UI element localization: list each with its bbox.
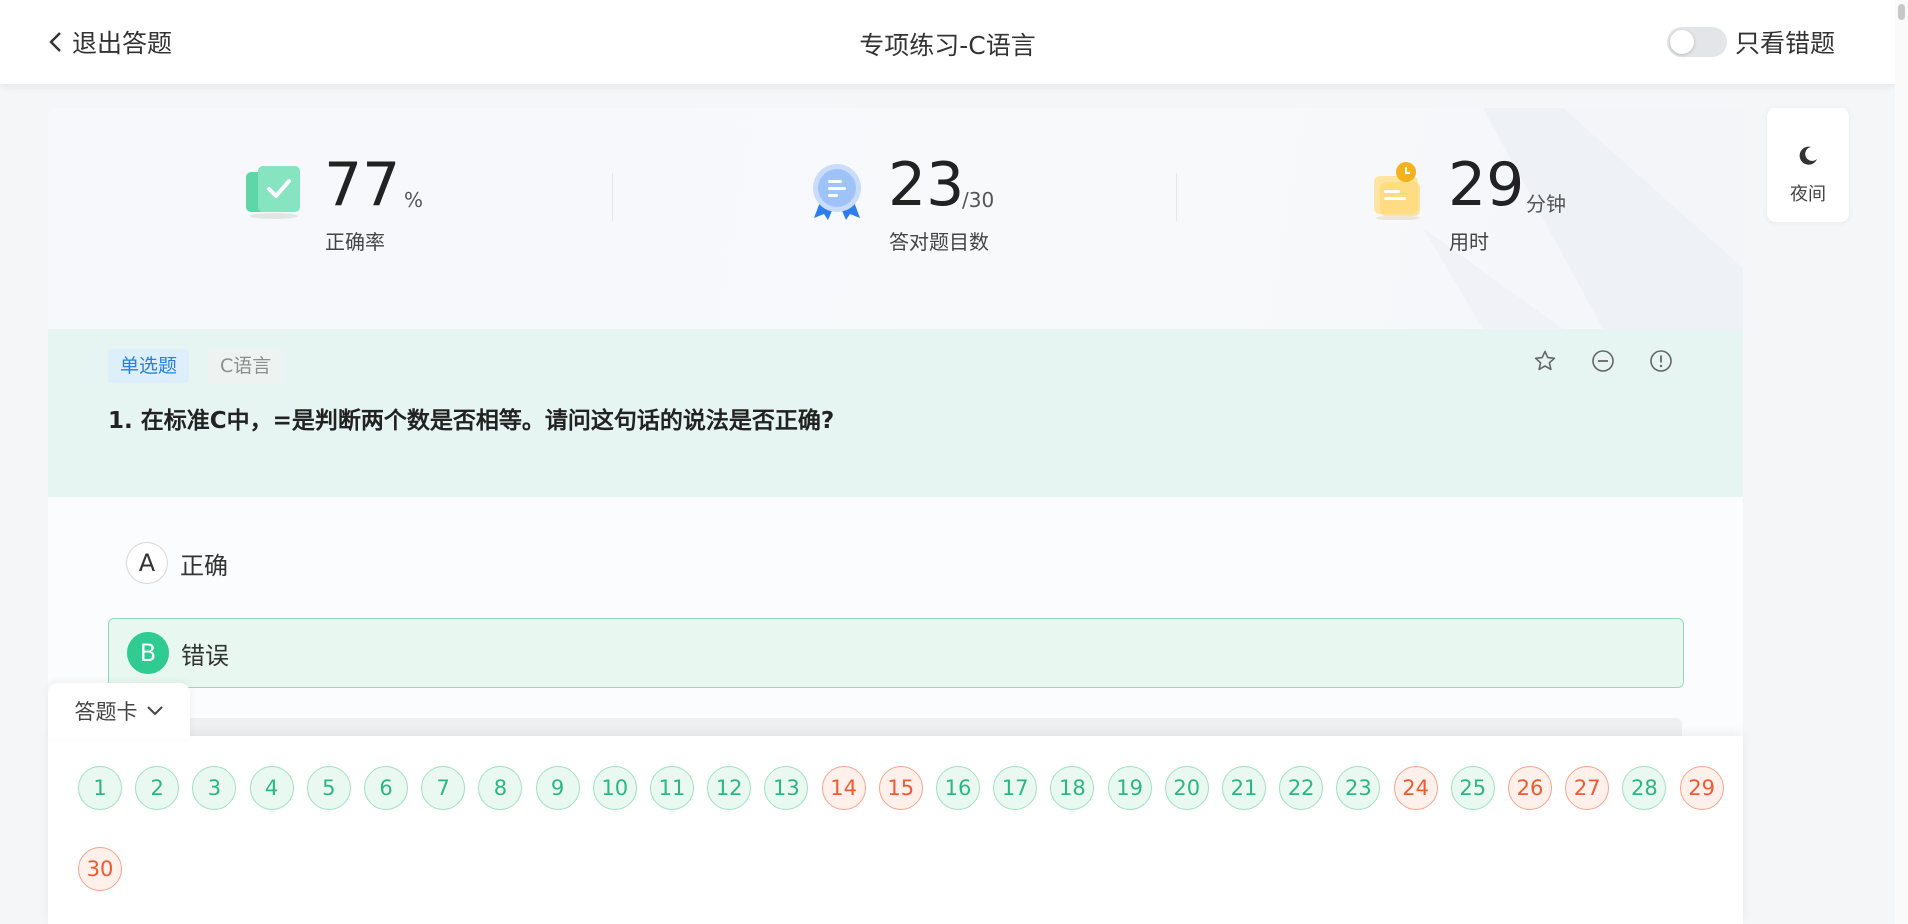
time-used-stat: 29 分钟 用时 xyxy=(1368,150,1588,254)
star-icon[interactable] xyxy=(1533,349,1557,373)
question-number-18[interactable]: 18 xyxy=(1050,766,1095,810)
answer-card-toggle[interactable]: 答题卡 xyxy=(48,683,190,739)
option-a[interactable]: A 正确 xyxy=(108,529,1682,597)
question-number-28[interactable]: 28 xyxy=(1622,766,1667,810)
time-used-unit: 分钟 xyxy=(1526,192,1566,216)
question-number-13[interactable]: 13 xyxy=(764,766,809,810)
question-actions xyxy=(1533,349,1673,373)
accuracy-stat: 77 % 正确率 xyxy=(244,150,444,254)
accuracy-unit: % xyxy=(404,188,424,212)
top-bar: 退出答题 专项练习-C语言 只看错题 xyxy=(0,0,1895,84)
question-number-27[interactable]: 27 xyxy=(1565,766,1610,810)
correct-count-caption: 答对题目数 xyxy=(889,230,989,254)
toggle-knob xyxy=(1669,30,1694,54)
question-type-tag: 单选题 xyxy=(108,349,190,383)
question-number-24[interactable]: 24 xyxy=(1393,766,1438,810)
question-number-22[interactable]: 22 xyxy=(1279,766,1324,810)
question-number-16[interactable]: 16 xyxy=(936,766,980,810)
chevron-down-icon xyxy=(146,706,163,716)
question-number-15[interactable]: 15 xyxy=(878,766,923,810)
time-used-caption: 用时 xyxy=(1449,230,1489,254)
answer-card-label: 答题卡 xyxy=(74,700,138,724)
clock-document-icon xyxy=(1374,162,1420,220)
question-number-1[interactable]: 1 xyxy=(78,766,122,810)
correct-count-stat: 23 /30 答对题目数 xyxy=(808,150,1028,254)
award-ribbon-icon xyxy=(813,164,861,220)
subject-tag: C语言 xyxy=(208,349,284,383)
question-number-25[interactable]: 25 xyxy=(1450,766,1495,810)
correct-count-value: 23 xyxy=(888,150,965,220)
accuracy-value: 77 xyxy=(324,150,401,220)
exclamation-circle-icon[interactable] xyxy=(1649,349,1673,373)
question-number-11[interactable]: 11 xyxy=(650,766,694,810)
question-number-14[interactable]: 14 xyxy=(821,766,866,810)
question-number-8[interactable]: 8 xyxy=(478,766,523,810)
night-mode-label: 夜间 xyxy=(1790,184,1826,205)
question-number-17[interactable]: 17 xyxy=(993,766,1038,810)
question-number-4[interactable]: 4 xyxy=(249,766,294,810)
checkmark-badge-icon xyxy=(246,166,300,219)
stats-panel: 77 % 正确率 23 /30 答对题目数 29 分钟 用时 xyxy=(48,108,1743,329)
question-number-3[interactable]: 3 xyxy=(192,766,237,810)
question-number-2[interactable]: 2 xyxy=(135,766,180,810)
stat-divider xyxy=(1176,173,1177,221)
question-block: 单选题 C语言 1. 在标准C中，=是判断两个数是否相等。请问这句话的说法是否正… xyxy=(48,329,1743,497)
question-number-30[interactable]: 30 xyxy=(78,847,122,891)
option-text: 错误 xyxy=(181,641,229,670)
question-number-9[interactable]: 9 xyxy=(535,766,580,810)
question-number-7[interactable]: 7 xyxy=(421,766,466,810)
question-text: 1. 在标准C中，=是判断两个数是否相等。请问这句话的说法是否正确? xyxy=(108,408,835,434)
question-number-19[interactable]: 19 xyxy=(1107,766,1152,810)
night-mode-button[interactable]: 夜间 xyxy=(1767,108,1849,222)
question-number-23[interactable]: 23 xyxy=(1336,766,1381,810)
option-b[interactable]: B 错误 xyxy=(108,618,1684,688)
question-number-10[interactable]: 10 xyxy=(592,766,637,810)
question-number-29[interactable]: 29 xyxy=(1679,766,1724,810)
moon-icon xyxy=(1799,146,1817,165)
option-letter: A xyxy=(126,542,168,584)
question-number-12[interactable]: 12 xyxy=(707,766,752,810)
question-number-21[interactable]: 21 xyxy=(1222,766,1266,810)
question-number-5[interactable]: 5 xyxy=(306,766,351,810)
minus-circle-icon[interactable] xyxy=(1591,349,1615,373)
answer-card-panel: 1 2 3 4 5 6 7 8 9 10 11 12 13 14 15 16 17 18 19 20 21 22 23 24 2… xyxy=(48,736,1743,924)
accuracy-caption: 正确率 xyxy=(325,230,385,254)
question-number-6[interactable]: 6 xyxy=(364,766,408,810)
wrong-only-toggle[interactable]: 只看错题 xyxy=(1666,24,1835,60)
scrollbar[interactable] xyxy=(1895,0,1908,924)
correct-count-unit: /30 xyxy=(962,188,995,212)
option-letter: B xyxy=(127,632,169,674)
option-text: 正确 xyxy=(180,551,228,580)
stat-divider xyxy=(612,173,613,221)
time-used-value: 29 xyxy=(1448,150,1525,220)
toggle-switch[interactable] xyxy=(1666,27,1727,57)
scrollbar-thumb[interactable] xyxy=(1898,4,1905,20)
question-number-26[interactable]: 26 xyxy=(1508,766,1552,810)
question-number-20[interactable]: 20 xyxy=(1164,766,1209,810)
wrong-only-label: 只看错题 xyxy=(1734,29,1835,58)
page-title: 专项练习-C语言 xyxy=(859,31,1036,60)
